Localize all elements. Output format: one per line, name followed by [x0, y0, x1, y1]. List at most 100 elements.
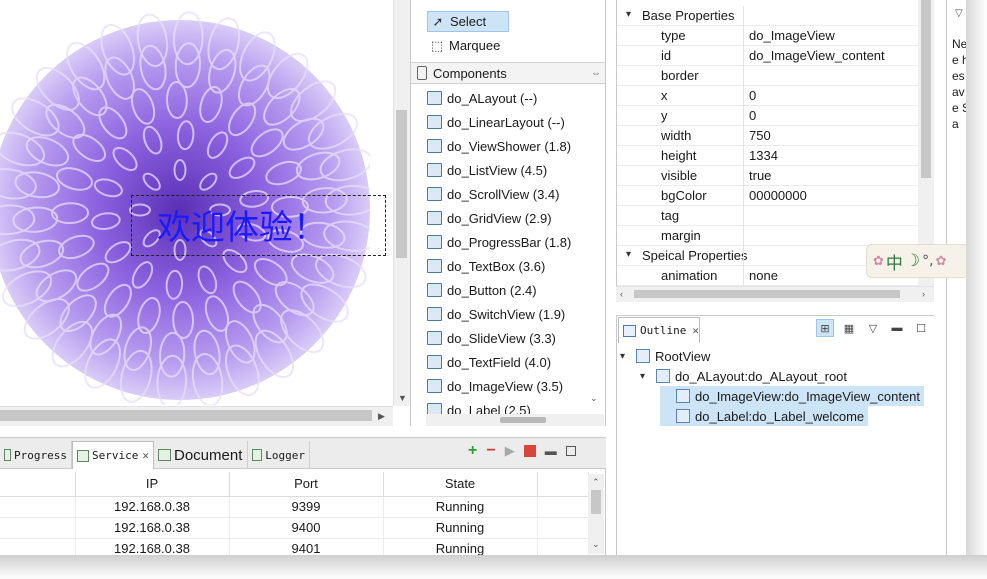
palette-horizontal-scroll-thumb[interactable] [500, 417, 546, 423]
component-item[interactable]: do_ImageView (3.5) [427, 374, 597, 398]
tab-service[interactable]: Service ✕ [72, 441, 154, 469]
property-row[interactable]: border [617, 66, 919, 86]
property-value[interactable]: 1334 [749, 148, 778, 163]
tree-item[interactable]: do_Label:do_Label_welcome [660, 406, 869, 426]
chevron-down-icon[interactable]: ▽ [955, 8, 963, 19]
stop-icon[interactable] [523, 445, 536, 457]
property-row[interactable]: y0 [617, 106, 919, 126]
tab-outline[interactable]: Outline ✕ [618, 317, 700, 343]
service-vertical-scrollbar[interactable]: ⌃ ⌄ [588, 474, 604, 554]
tab-label: Service [92, 449, 139, 462]
property-value[interactable]: do_ImageView_content [749, 48, 885, 63]
column-divider [743, 66, 744, 86]
select-tool[interactable]: ➚ Select [427, 11, 509, 32]
design-canvas[interactable]: 欢迎体验！ ▼ ▶ [0, 0, 410, 426]
tab-logger[interactable]: Logger [248, 441, 310, 469]
maximize-icon[interactable]: ☐ [912, 319, 930, 337]
canvas-horizontal-scroll-thumb[interactable] [0, 410, 372, 421]
component-item[interactable]: do_ProgressBar (1.8) [427, 230, 597, 254]
column-header[interactable] [0, 472, 76, 497]
minimize-icon[interactable]: ▬ [545, 444, 557, 458]
property-value[interactable]: do_ImageView [749, 28, 835, 43]
punctuation-mode-icon[interactable]: °, [922, 253, 933, 269]
component-item[interactable]: do_LinearLayout (--) [427, 110, 597, 134]
scroll-down-icon[interactable]: ▼ [398, 392, 407, 404]
column-header[interactable]: Port [229, 472, 384, 497]
table-row[interactable]: 192.168.0.38 9400 Running [0, 517, 589, 539]
property-row[interactable]: margin [617, 226, 919, 246]
property-row[interactable]: bgColor 00000000 [617, 186, 919, 206]
maximize-icon[interactable] [565, 446, 576, 456]
component-item[interactable]: do_ViewShower (1.8) [427, 134, 597, 158]
property-value[interactable]: 750 [749, 128, 771, 143]
scroll-right-icon[interactable]: ▶ [378, 410, 385, 422]
property-category-label: Base Properties [642, 8, 735, 23]
tree-item-label: do_ImageView:do_ImageView_content [695, 388, 921, 404]
property-row[interactable]: height 1334 [617, 146, 919, 166]
half-width-moon-icon[interactable]: ☽ [905, 251, 920, 271]
palette-vertical-scrollbar[interactable]: ⌄ [586, 86, 604, 406]
expand-toggle-icon[interactable]: ▾ [640, 371, 652, 382]
view-menu-icon[interactable]: ▽ [864, 319, 882, 337]
scroll-right-icon[interactable]: › [922, 288, 925, 300]
widget-icon [656, 369, 670, 383]
component-item[interactable]: do_Button (2.4) [427, 278, 597, 302]
property-row[interactable]: visible true [617, 166, 919, 186]
property-row[interactable]: width 750 [617, 126, 919, 146]
chevron-down-icon[interactable]: ▾ [626, 9, 631, 20]
property-value[interactable]: none [749, 268, 778, 283]
overview-icon[interactable]: ▦ [840, 319, 858, 337]
scroll-left-icon[interactable]: ‹ [620, 288, 623, 300]
component-item[interactable]: do_TextField (4.0) [427, 350, 597, 374]
service-toolbar: + − ▶ ▬ [468, 442, 576, 460]
property-row[interactable]: tag [617, 206, 919, 226]
scroll-down-icon[interactable]: ⌄ [590, 392, 598, 404]
ime-mode-label[interactable]: 中 [886, 249, 903, 274]
component-item[interactable]: do_SlideView (3.3) [427, 326, 597, 350]
service-vertical-scroll-thumb[interactable] [591, 490, 601, 514]
expand-toggle-icon[interactable]: ▾ [620, 351, 632, 362]
scroll-up-icon[interactable]: ⌃ [592, 476, 600, 488]
property-value[interactable]: true [749, 168, 771, 183]
outline-toolbar: ⊞ ▦ ▽ ▬ ☐ [816, 318, 930, 338]
close-icon[interactable]: ✕ [692, 324, 699, 337]
tree-view-icon[interactable]: ⊞ [816, 319, 834, 337]
property-category[interactable]: ▾ Base Properties [617, 6, 919, 26]
component-item[interactable]: do_GridView (2.9) [427, 206, 597, 230]
tree-item[interactable]: do_ImageView:do_ImageView_content [660, 386, 925, 406]
components-drawer-header[interactable]: Components ⇔ [411, 62, 605, 84]
property-value[interactable]: 0 [749, 88, 756, 103]
minimize-icon[interactable]: ▬ [888, 319, 906, 337]
ime-toolbar[interactable]: ✿ 中 ☽ °, ✿ [866, 244, 970, 278]
property-row[interactable]: x0 [617, 86, 919, 106]
component-label: do_GridView (2.9) [447, 210, 552, 226]
tab-progress[interactable]: Progress [0, 441, 72, 469]
canvas-vertical-scroll-thumb[interactable] [396, 110, 407, 258]
component-item[interactable]: do_SwitchView (1.9) [427, 302, 597, 326]
column-header[interactable]: State [383, 472, 538, 497]
properties-vertical-scroll-thumb[interactable] [921, 0, 931, 178]
properties-horizontal-scroll-thumb[interactable] [634, 290, 900, 298]
marquee-tool[interactable]: ⬚ Marquee [427, 35, 508, 56]
component-item[interactable]: do_ALayout (--) [427, 86, 597, 110]
column-divider [743, 126, 744, 146]
scroll-down-icon[interactable]: ⌄ [592, 538, 600, 550]
tree-item[interactable]: ▾ do_ALayout:do_ALayout_root [640, 366, 847, 386]
table-row[interactable]: 192.168.0.38 9399 Running [0, 496, 589, 518]
property-value[interactable]: 00000000 [749, 188, 807, 203]
tab-document[interactable]: Document [154, 441, 248, 469]
property-value[interactable]: 0 [749, 108, 756, 123]
chevron-down-icon[interactable]: ▾ [626, 249, 631, 260]
property-row[interactable]: type do_ImageView [617, 26, 919, 46]
remove-icon[interactable]: − [486, 442, 495, 460]
component-item[interactable]: do_TextBox (3.6) [427, 254, 597, 278]
run-icon[interactable]: ▶ [505, 443, 515, 459]
tree-item[interactable]: ▾ RootView [620, 346, 710, 366]
component-item[interactable]: do_ListView (4.5) [427, 158, 597, 182]
add-icon[interactable]: + [468, 442, 477, 460]
close-icon[interactable]: ✕ [142, 449, 149, 462]
property-row[interactable]: id do_ImageView_content [617, 46, 919, 66]
column-header[interactable]: IP [75, 472, 230, 497]
component-item[interactable]: do_ScrollView (3.4) [427, 182, 597, 206]
collapse-drawer-icon[interactable]: ⇔ [591, 68, 601, 79]
